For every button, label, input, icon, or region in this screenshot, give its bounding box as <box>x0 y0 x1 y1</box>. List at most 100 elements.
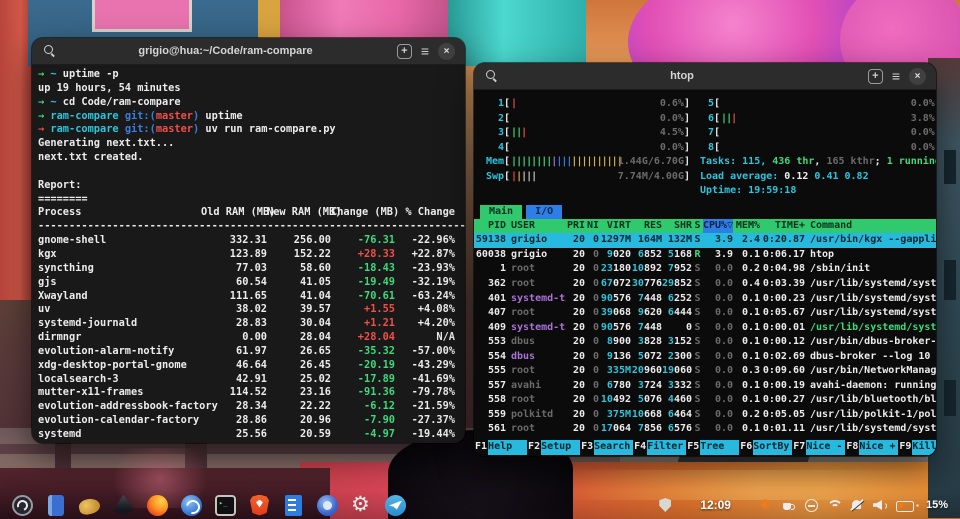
dock-app-gold-knot-app-icon[interactable] <box>78 497 102 516</box>
terminal-line: next.txt created. <box>38 151 459 165</box>
dock-app-obs-studio-icon[interactable] <box>12 495 33 516</box>
process-row[interactable]: 561root2001706478566576S0.00.10:01.11/us… <box>474 422 936 437</box>
process-row[interactable]: 407root2003906896206444S0.00.10:05.67/us… <box>474 306 936 321</box>
terminal-line: up 19 hours, 54 minutes <box>38 82 459 96</box>
htop-tab-main[interactable]: Main <box>480 205 522 219</box>
fkey-f9[interactable]: F9 <box>898 440 912 455</box>
tray-caffeine-icon[interactable] <box>781 498 795 512</box>
dock-app-blue-disc-app-icon[interactable] <box>317 495 338 516</box>
window-title: htop <box>520 70 844 82</box>
fkey-f7[interactable]: F7 <box>792 440 806 455</box>
process-row[interactable]: 558root2001049250764460S0.00.10:00.27/us… <box>474 393 936 408</box>
tray-volume-icon[interactable] <box>873 498 887 512</box>
fkey-label-filter[interactable]: Filter <box>647 440 686 455</box>
fkey-label-nice[interactable]: Nice - <box>806 440 845 455</box>
fkey-f5[interactable]: F5 <box>686 440 700 455</box>
menu-icon[interactable]: ≡ <box>421 44 429 58</box>
column-header-virt[interactable]: VIRT <box>599 219 631 234</box>
close-icon[interactable]: × <box>438 43 455 60</box>
fkey-label-kill[interactable]: Kill <box>912 440 936 455</box>
column-header-pri[interactable]: PRI <box>566 219 585 234</box>
column-header-ni[interactable]: NI <box>585 219 599 234</box>
search-icon[interactable] <box>44 45 56 57</box>
meter-8: 8[0.0%] <box>700 141 936 156</box>
tray-notifications-muted-icon[interactable] <box>850 498 864 512</box>
report-row: Xwayland111.6541.04-70.61-63.24% <box>38 290 459 304</box>
column-header-s[interactable]: S <box>692 219 703 234</box>
search-icon[interactable] <box>486 70 498 82</box>
process-row[interactable]: 401systemd-ti2009057674486252S0.00.10:00… <box>474 292 936 307</box>
dock-app-settings-icon[interactable] <box>351 495 372 516</box>
terminal-window-ram-compare: grigio@hua:~/Code/ram-compare + ≡ × → ~ … <box>32 38 465 443</box>
process-row[interactable]: 60038grigio200902068525168R3.90.10:06.17… <box>474 248 936 263</box>
terminal-titlebar[interactable]: grigio@hua:~/Code/ram-compare + ≡ × <box>32 38 465 65</box>
htop-tab-io[interactable]: I/O <box>526 205 562 219</box>
dock-app-journal-icon[interactable] <box>48 495 64 516</box>
function-key-bar: F1HelpF2SetupF3SearchF4FilterF5TreeF6Sor… <box>474 440 936 455</box>
dock-app-terminal-icon[interactable] <box>215 495 236 516</box>
process-table: 59138grigio2001297M164M132MS3.92.40:20.8… <box>474 233 936 437</box>
meter-3: 3[|||4.5%] <box>482 126 690 141</box>
fkey-f2[interactable]: F2 <box>527 440 541 455</box>
close-icon[interactable]: × <box>909 68 926 85</box>
fkey-label-sortby[interactable]: SortBy <box>753 440 792 455</box>
report-row: systemd-journald28.8330.04+1.21+4.20% <box>38 317 459 331</box>
process-table-header[interactable]: PIDUSERPRINIVIRTRESSHRSCPU%▽MEM%TIME+Com… <box>474 219 936 234</box>
tray-shield-status-icon[interactable] <box>659 498 671 512</box>
column-header-mem[interactable]: MEM% <box>733 219 760 234</box>
process-row[interactable]: 1root20023180108927952S0.00.20:04.98/sbi… <box>474 262 936 277</box>
clock[interactable]: 12:09 <box>700 498 731 512</box>
wallpaper-right-window <box>944 260 956 300</box>
fkey-f4[interactable]: F4 <box>633 440 647 455</box>
dock-app-inkscape-icon[interactable] <box>113 495 134 516</box>
tray-microphone-active-icon[interactable] <box>758 498 772 512</box>
process-row[interactable]: 554dbus200913650722300S0.00.10:02.69dbus… <box>474 350 936 365</box>
fkey-label-nice[interactable]: Nice + <box>859 440 898 455</box>
fkey-label-tree[interactable]: Tree <box>700 440 739 455</box>
dock-app-telegram-icon[interactable] <box>385 495 406 516</box>
fkey-label-help[interactable]: Help <box>488 440 527 455</box>
fkey-f3[interactable]: F3 <box>580 440 594 455</box>
process-row[interactable]: 362root200670723077629852S0.00.40:03.39/… <box>474 277 936 292</box>
htop-meters: 1[|0.6%]2[0.0%]3[|||4.5%]4[0.0%]Mem[||||… <box>474 97 936 199</box>
fkey-f6[interactable]: F6 <box>739 440 753 455</box>
process-row[interactable]: 555root200335M2096019060S0.00.30:09.60/u… <box>474 364 936 379</box>
column-header-command[interactable]: Command <box>805 219 936 234</box>
dock-app-web-browser-icon[interactable] <box>181 495 202 516</box>
report-row: dirmngr0.0028.04+28.04N/A <box>38 331 459 345</box>
process-row[interactable]: 59138grigio2001297M164M132MS3.92.40:20.8… <box>474 233 936 248</box>
terminal-output[interactable]: → ~ uptime -pup 19 hours, 54 minutes→ ~ … <box>32 65 465 442</box>
column-header-shr[interactable]: SHR <box>662 219 692 234</box>
meter-6: 6[|||3.8%] <box>700 112 936 127</box>
dock-app-brave-icon[interactable] <box>250 495 269 516</box>
menu-icon[interactable]: ≡ <box>892 69 900 83</box>
column-header-res[interactable]: RES <box>631 219 662 234</box>
terminal-line: → ~ cd Code/ram-compare <box>38 96 459 110</box>
report-row: evolution-calendar-factory28.8620.96-7.9… <box>38 414 459 428</box>
process-row[interactable]: 409systemd-ti2009057674480S0.00.10:00.01… <box>474 321 936 336</box>
tray-do-not-disturb-icon[interactable] <box>804 498 818 512</box>
column-header-user[interactable]: USER <box>506 219 566 234</box>
column-header-time[interactable]: TIME+ <box>760 219 805 234</box>
fkey-f8[interactable]: F8 <box>845 440 859 455</box>
process-row[interactable]: 553dbus200890038283152S0.00.10:00.12/usr… <box>474 335 936 350</box>
tray-battery-icon[interactable] <box>896 498 915 512</box>
dock-app-firefox-icon[interactable] <box>147 495 168 516</box>
report-row: gnome-shell332.31256.00-76.31-22.96% <box>38 234 459 248</box>
column-header-cpu[interactable]: CPU%▽ <box>703 219 733 234</box>
process-row[interactable]: 559polkitd200375M106686464S0.00.20:05.05… <box>474 408 936 423</box>
new-tab-button[interactable]: + <box>397 44 412 59</box>
fkey-label-setup[interactable]: Setup <box>541 440 580 455</box>
wallpaper-cyan-spool <box>448 0 586 66</box>
tray-wifi-icon[interactable] <box>827 498 841 512</box>
report-row: mutter-x11-frames114.5223.16-91.36-79.78… <box>38 386 459 400</box>
new-tab-button[interactable]: + <box>868 69 883 84</box>
process-row[interactable]: 557avahi200678037243332S0.00.10:00.19ava… <box>474 379 936 394</box>
column-header-pid[interactable]: PID <box>474 219 506 234</box>
wallpaper-right-window <box>944 380 956 416</box>
report-row: evolution-addressbook-factory28.3422.22-… <box>38 400 459 414</box>
report-header: ProcessOld RAM (MB)New RAM (MB)Change (M… <box>38 206 459 220</box>
dock-app-documents-icon[interactable] <box>285 495 302 516</box>
fkey-label-search[interactable]: Search <box>594 440 633 455</box>
htop-titlebar[interactable]: htop + ≡ × <box>474 63 936 90</box>
